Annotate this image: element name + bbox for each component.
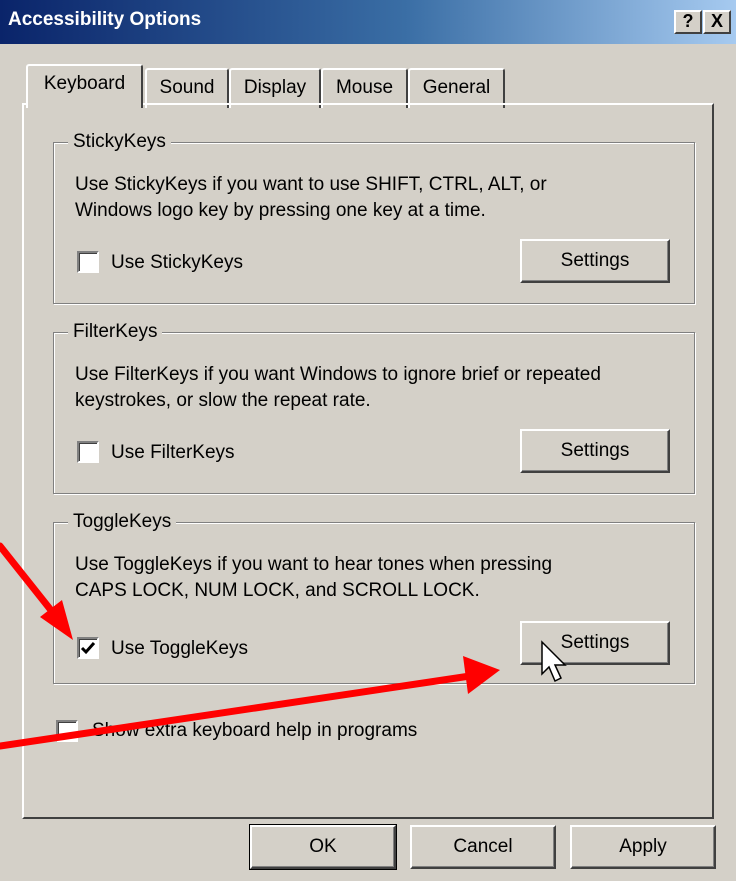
stickykeys-group: StickyKeys Use StickyKeys if you want to… — [53, 130, 695, 304]
use-togglekeys-label[interactable]: Use ToggleKeys — [111, 637, 248, 661]
ok-button[interactable]: OK — [249, 824, 397, 870]
filterkeys-description-line1: Use FilterKeys if you want Windows to ig… — [75, 364, 601, 385]
use-stickykeys-label[interactable]: Use StickyKeys — [111, 251, 243, 275]
tab-display[interactable]: Display — [229, 68, 321, 108]
togglekeys-description-line1: Use ToggleKeys if you want to hear tones… — [75, 554, 553, 575]
tab-sound[interactable]: Sound — [145, 68, 229, 108]
togglekeys-settings-button[interactable]: Settings — [520, 621, 670, 665]
stickykeys-group-title: StickyKeys — [68, 130, 171, 154]
close-button[interactable]: X — [703, 10, 731, 34]
show-extra-keyboard-help-label[interactable]: Show extra keyboard help in programs — [92, 719, 417, 743]
togglekeys-group-title: ToggleKeys — [68, 510, 177, 534]
cancel-button[interactable]: Cancel — [410, 825, 556, 869]
accessibility-options-dialog: Accessibility Options ? X Keyboard Sound… — [0, 0, 736, 881]
show-extra-keyboard-help-checkbox[interactable] — [56, 720, 78, 742]
filterkeys-settings-button[interactable]: Settings — [520, 429, 670, 473]
title-bar[interactable]: Accessibility Options ? X — [0, 0, 736, 44]
apply-button[interactable]: Apply — [570, 825, 716, 869]
filterkeys-description-line2: keystrokes, or slow the repeat rate. — [75, 390, 371, 411]
window-title: Accessibility Options — [8, 9, 202, 30]
tab-mouse[interactable]: Mouse — [321, 68, 408, 108]
togglekeys-description-line2: CAPS LOCK, NUM LOCK, and SCROLL LOCK. — [75, 580, 480, 601]
help-button[interactable]: ? — [674, 10, 702, 34]
stickykeys-description-line1: Use StickyKeys if you want to use SHIFT,… — [75, 174, 547, 195]
use-togglekeys-checkbox[interactable] — [77, 637, 99, 659]
filterkeys-group: FilterKeys Use FilterKeys if you want Wi… — [53, 320, 695, 494]
use-filterkeys-checkbox[interactable] — [77, 441, 99, 463]
filterkeys-group-title: FilterKeys — [68, 320, 163, 344]
stickykeys-description-line2: Windows logo key by pressing one key at … — [75, 200, 486, 221]
tab-general[interactable]: General — [408, 68, 505, 108]
tab-keyboard[interactable]: Keyboard — [26, 64, 143, 112]
use-stickykeys-checkbox[interactable] — [77, 251, 99, 273]
stickykeys-settings-button[interactable]: Settings — [520, 239, 670, 283]
togglekeys-group: ToggleKeys Use ToggleKeys if you want to… — [53, 510, 695, 684]
use-filterkeys-label[interactable]: Use FilterKeys — [111, 441, 235, 465]
checkmark-icon — [80, 642, 96, 655]
